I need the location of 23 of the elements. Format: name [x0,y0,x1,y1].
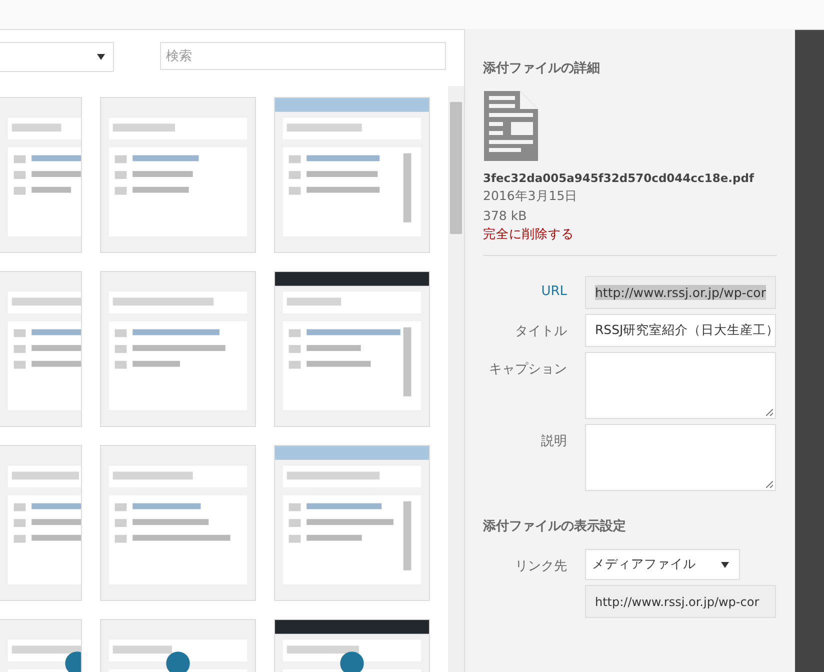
field-label: URL [540,283,567,301]
file-name: 3fec32da005a945f32d570cd044cc18e.pdf [483,171,756,185]
delete-link[interactable]: 完全に削除する [483,226,777,243]
caret-icon [97,54,105,60]
upload-date: 2016年3月15日 [483,188,579,205]
section-heading: 添付ファイルの詳細 [483,60,601,77]
resize-handle-icon[interactable] [766,481,773,488]
scrollbar[interactable] [448,86,464,672]
field-label: キャプション [488,361,567,379]
resize-handle-icon[interactable] [766,409,773,416]
section-heading: 添付ファイルの表示設定 [483,518,627,535]
file-size: 378 kB [483,208,528,223]
url-field[interactable]: http://www.rssj.or.jp/wp-cor [585,276,776,309]
field-label: リンク先 [514,558,567,576]
filter-dropdown[interactable] [0,42,114,72]
field-label: タイトル [514,323,567,341]
document-icon [484,91,538,161]
caret-icon [721,562,729,568]
title-field[interactable]: RSSJ研究室紹介（日大生産工） [585,314,776,347]
field-label: 説明 [540,433,567,451]
link-dropdown[interactable]: メディアファイル [585,549,740,580]
search-field[interactable]: 検索 [160,42,446,70]
link-url-field[interactable]: http://www.rssj.or.jp/wp-cor [585,585,776,618]
